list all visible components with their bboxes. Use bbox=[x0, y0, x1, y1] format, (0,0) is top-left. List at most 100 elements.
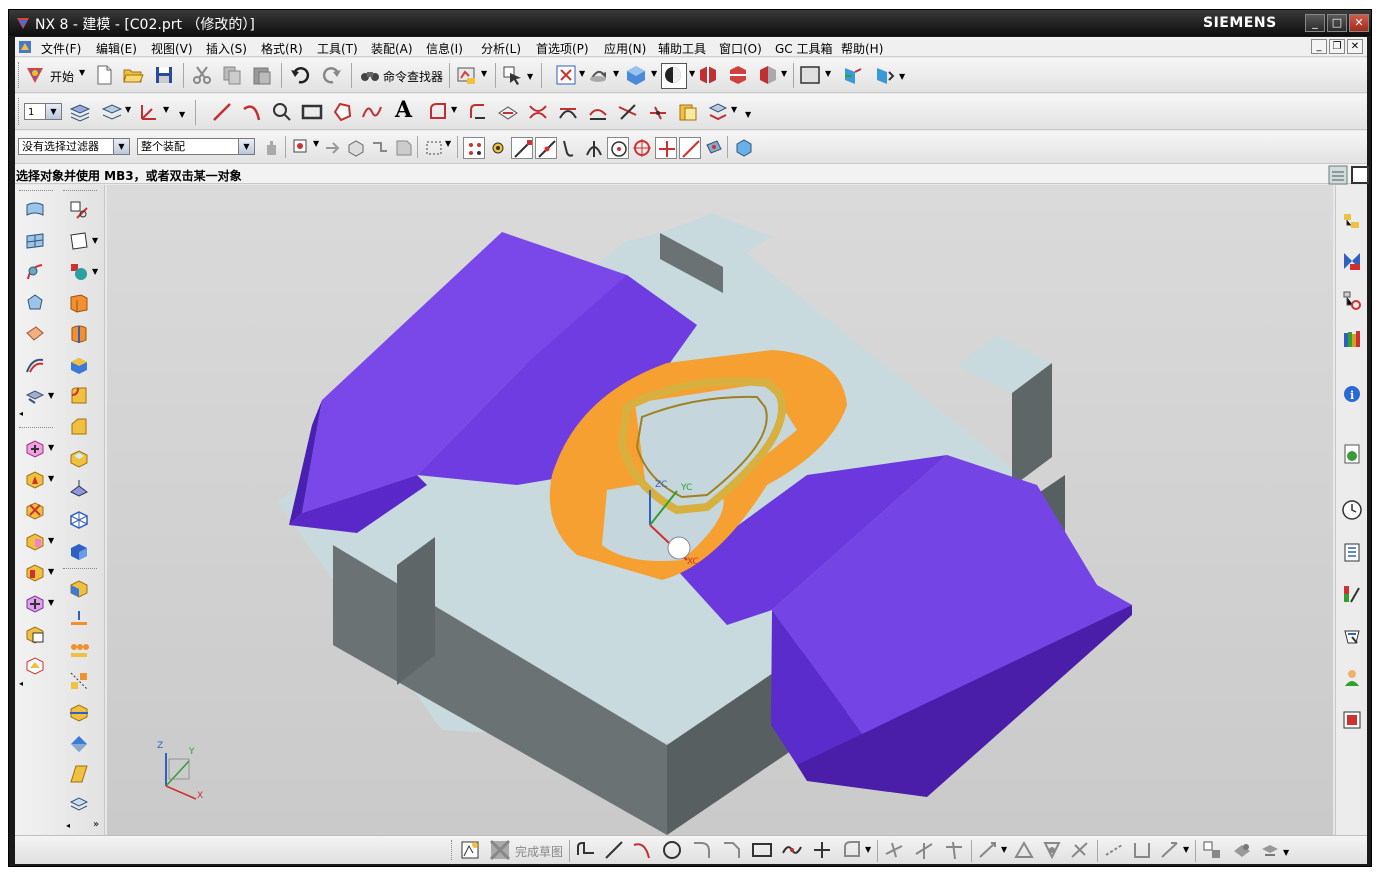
type-filter-select[interactable]: 没有选择过滤器 ▼ bbox=[18, 138, 130, 155]
arc-icon[interactable] bbox=[241, 101, 263, 123]
dropdown-arrow-icon[interactable]: ▼ bbox=[313, 139, 319, 148]
alternate-solution-icon[interactable] bbox=[1131, 839, 1153, 861]
expand-toolbar-icon[interactable]: » bbox=[93, 819, 99, 830]
mirror-feature-icon[interactable] bbox=[68, 670, 90, 692]
split-body-icon[interactable] bbox=[68, 732, 90, 754]
snap-settings-icon[interactable] bbox=[487, 137, 509, 159]
wcs-orient-icon[interactable] bbox=[873, 64, 895, 86]
make-corner-icon[interactable] bbox=[943, 839, 965, 861]
selection-tool-icon[interactable] bbox=[501, 64, 523, 86]
point-on-curve-snap-icon[interactable] bbox=[679, 137, 701, 159]
web-browser-icon[interactable] bbox=[1341, 443, 1363, 465]
sketch-task-icon[interactable] bbox=[459, 839, 481, 861]
rectangle-icon[interactable] bbox=[301, 101, 323, 123]
dropdown-arrow-icon[interactable]: ▼ bbox=[179, 110, 185, 119]
text-tool-icon[interactable]: A bbox=[395, 97, 412, 123]
selection-scope-select[interactable]: 整个装配 ▼ bbox=[137, 138, 255, 155]
dropdown-arrow-icon[interactable]: ▼ bbox=[899, 72, 905, 81]
new-file-icon[interactable] bbox=[93, 64, 115, 86]
menu-insert[interactable]: 插入(S) bbox=[206, 40, 247, 57]
bounding-body-snap-icon[interactable] bbox=[733, 137, 755, 159]
sync-move-face-icon[interactable] bbox=[24, 437, 46, 459]
toolbar-grip[interactable] bbox=[18, 62, 21, 88]
datum-plane-icon[interactable] bbox=[68, 230, 90, 252]
dropdown-arrow-icon[interactable]: ▼ bbox=[92, 236, 98, 245]
dropdown-arrow-icon[interactable]: ▼ bbox=[781, 69, 787, 78]
arc-center-snap-icon[interactable] bbox=[607, 137, 629, 159]
draft-icon[interactable] bbox=[68, 478, 90, 500]
n-sided-surface-icon[interactable] bbox=[24, 292, 46, 314]
dropdown-arrow-icon[interactable]: ▼ bbox=[163, 105, 169, 114]
menu-preferences[interactable]: 首选项(P) bbox=[536, 40, 589, 57]
chamfer-icon[interactable] bbox=[68, 416, 90, 438]
edge-blend-icon[interactable] bbox=[68, 385, 90, 407]
process-studio-icon[interactable] bbox=[1341, 541, 1363, 563]
menu-format[interactable]: 格式(R) bbox=[261, 40, 303, 57]
undo-icon[interactable] bbox=[289, 64, 311, 86]
project-curve-icon[interactable] bbox=[497, 101, 519, 123]
sync-resize-icon[interactable] bbox=[24, 561, 46, 583]
trim-body-icon[interactable] bbox=[68, 701, 90, 723]
dropdown-arrow-icon[interactable]: ▼ bbox=[527, 72, 533, 81]
general-selection-icon[interactable] bbox=[291, 137, 313, 159]
ruled-surface-icon[interactable] bbox=[24, 354, 46, 376]
wcs-display-icon[interactable] bbox=[841, 64, 863, 86]
spline-icon[interactable] bbox=[361, 101, 383, 123]
trim-curve-icon[interactable] bbox=[557, 101, 579, 123]
shell-icon[interactable] bbox=[68, 447, 90, 469]
command-finder-label[interactable]: 命令查找器 bbox=[383, 68, 443, 85]
minimize-button[interactable]: _ bbox=[1305, 14, 1325, 32]
update-model-icon[interactable] bbox=[1259, 839, 1281, 861]
section-view-icon[interactable] bbox=[697, 64, 719, 86]
dropdown-arrow-icon[interactable]: ▼ bbox=[1183, 845, 1189, 854]
doc-minimize-button[interactable]: _ bbox=[1311, 39, 1327, 54]
finish-sketch-icon[interactable] bbox=[489, 839, 511, 861]
layer-settings-icon[interactable] bbox=[69, 101, 91, 123]
assembly-navigator-icon[interactable] bbox=[1341, 211, 1363, 233]
menu-window[interactable]: 窗口(O) bbox=[719, 40, 762, 57]
show-all-constraints-icon[interactable] bbox=[1041, 839, 1063, 861]
close-button[interactable]: ✕ bbox=[1349, 14, 1369, 32]
patch-body-icon[interactable] bbox=[68, 577, 90, 599]
dropdown-arrow-icon[interactable]: ▼ bbox=[865, 845, 871, 854]
menu-tools[interactable]: 工具(T) bbox=[317, 40, 358, 57]
toolbar-grip[interactable] bbox=[19, 427, 53, 428]
midpoint-snap-icon[interactable] bbox=[535, 137, 557, 159]
dropdown-arrow-icon[interactable]: ▼ bbox=[48, 391, 54, 400]
start-label[interactable]: 开始 bbox=[50, 68, 74, 85]
redo-icon[interactable] bbox=[321, 64, 343, 86]
offset-face-icon[interactable] bbox=[68, 794, 90, 816]
sync-offset-region-icon[interactable] bbox=[24, 592, 46, 614]
paste-icon[interactable] bbox=[251, 64, 273, 86]
toolbar-grip[interactable] bbox=[18, 98, 21, 125]
intersect-curve-icon[interactable] bbox=[527, 101, 549, 123]
sketch-offset-icon[interactable] bbox=[841, 839, 863, 861]
sync-cross-section-icon[interactable] bbox=[24, 623, 46, 645]
menu-edit[interactable]: 编辑(E) bbox=[96, 40, 137, 57]
offset-curve-icon[interactable] bbox=[427, 101, 449, 123]
menu-application[interactable]: 应用(N) bbox=[604, 40, 646, 57]
dropdown-arrow-icon[interactable]: ▼ bbox=[92, 267, 98, 276]
sketch-point-icon[interactable] bbox=[811, 839, 833, 861]
menu-analysis[interactable]: 分析(L) bbox=[481, 40, 521, 57]
menu-assembly[interactable]: 装配(A) bbox=[371, 40, 413, 57]
isoparametric-curve-icon[interactable] bbox=[647, 101, 669, 123]
wave-geometry-icon[interactable] bbox=[677, 101, 699, 123]
dropdown-arrow-icon[interactable]: ▼ bbox=[825, 69, 831, 78]
start-icon[interactable] bbox=[24, 64, 46, 86]
layer-view-icon[interactable] bbox=[757, 64, 779, 86]
point-on-surface-snap-icon[interactable] bbox=[703, 137, 725, 159]
dropdown-arrow-icon[interactable]: ▼ bbox=[125, 105, 131, 114]
rectangle-select-icon[interactable] bbox=[423, 137, 445, 159]
move-to-layer-icon[interactable] bbox=[101, 101, 123, 123]
menu-gc-toolkit[interactable]: GC 工具箱 bbox=[775, 40, 833, 57]
pattern-feature-icon[interactable] bbox=[68, 639, 90, 661]
doc-restore-button[interactable]: ❐ bbox=[1329, 39, 1345, 54]
more-arrow-icon[interactable]: ◂ bbox=[19, 679, 23, 688]
dropdown-arrow-icon[interactable]: ▼ bbox=[48, 598, 54, 607]
copy-icon[interactable] bbox=[221, 64, 243, 86]
sketch-fillet-icon[interactable] bbox=[691, 839, 713, 861]
history-icon[interactable] bbox=[1341, 499, 1367, 525]
sweep-icon[interactable] bbox=[24, 261, 46, 283]
control-point-snap-icon[interactable] bbox=[559, 137, 581, 159]
